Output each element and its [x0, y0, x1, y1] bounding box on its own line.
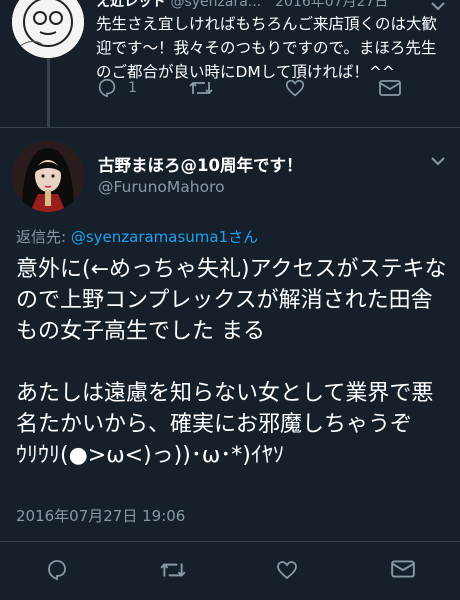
tweet-display-name[interactable]: 古野まほろ@10周年です！	[98, 152, 302, 176]
direct-message-icon	[378, 78, 402, 98]
reply-icon	[96, 77, 118, 99]
retweet-icon	[188, 77, 214, 99]
reply-icon	[45, 558, 69, 582]
direct-message-button[interactable]	[390, 558, 416, 580]
previous-tweet-text: 先生さえ宜しければもちろんご来店頂くのは大歓迎です〜！我々そのつもりですので。ま…	[96, 15, 438, 81]
direct-message-button[interactable]	[378, 78, 402, 98]
tweet-handle[interactable]: @FurunoMahoro	[98, 178, 225, 196]
divider	[0, 541, 460, 542]
like-icon	[284, 77, 306, 99]
previous-tweet-display-name[interactable]: え近レッド	[96, 0, 166, 10]
reply-context: 返信先: @syenzaramasuma1さん	[16, 226, 258, 247]
tweet-paragraph: 意外に(←めっちゃ失礼)アクセスがステキなので上野コンプレックスが解消された田舎…	[16, 257, 447, 344]
direct-message-icon	[390, 558, 416, 580]
retweet-button[interactable]	[159, 558, 187, 582]
previous-tweet-header: え近レッド @syenzara... 2016年07月27日	[96, 0, 426, 11]
reply-prefix: 返信先:	[16, 228, 71, 246]
chevron-down-icon[interactable]	[430, 153, 446, 173]
divider	[0, 127, 460, 128]
previous-tweet-handle-date: @syenzara... 2016年07月27日	[170, 0, 389, 10]
like-icon	[275, 558, 299, 582]
like-button[interactable]	[284, 77, 306, 99]
tweet-paragraph: あたしは遠慮を知らない女として業界で悪名たかいから、確実にお邪魔しちゃうぞ	[16, 381, 434, 437]
previous-tweet-avatar[interactable]	[12, 0, 84, 58]
like-button[interactable]	[275, 558, 299, 582]
reply-count: 1	[128, 80, 137, 96]
tweet-avatar[interactable]	[12, 140, 84, 212]
reply-target-link[interactable]: @syenzaramasuma1さん	[71, 228, 258, 246]
previous-tweet[interactable]: え近レッド @syenzara... 2016年07月27日 先生さえ宜しければ…	[0, 0, 460, 128]
tweet-actions	[0, 558, 460, 588]
tweet-timestamp[interactable]: 2016年07月27日 19:06	[16, 505, 185, 526]
retweet-button[interactable]	[188, 77, 214, 99]
reply-button[interactable]: 1	[96, 77, 137, 99]
retweet-icon	[159, 558, 187, 582]
tweet-text: 意外に(←めっちゃ失礼)アクセスがステキなので上野コンプレックスが解消された田舎…	[16, 254, 448, 471]
thread-line	[47, 58, 50, 128]
tweet-paragraph: ｳﾘｳﾘ(●>ω<)っ))･ω･*)ｲﾔｿ	[16, 443, 284, 468]
reply-button[interactable]	[45, 558, 69, 582]
